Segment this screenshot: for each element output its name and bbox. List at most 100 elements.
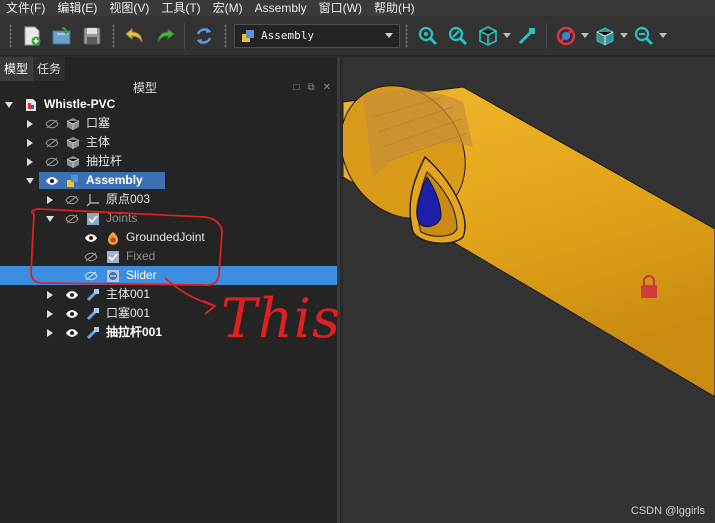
tab-model[interactable]: 模型 [0, 57, 33, 81]
menu-view[interactable]: 视图(V) [109, 0, 149, 16]
expanded-arrow-icon[interactable] [26, 177, 34, 185]
tree-item-joints[interactable]: Joints [0, 209, 337, 228]
minimize-panel-icon[interactable]: □ [293, 81, 299, 95]
visibility-icon[interactable] [84, 233, 98, 243]
zoom-fit-selection-icon [448, 26, 468, 45]
expanded-arrow-icon[interactable] [46, 215, 54, 223]
visibility-icon[interactable] [65, 309, 79, 319]
collapsed-arrow-icon[interactable] [46, 309, 54, 318]
tree-item-plug[interactable]: 口塞 [0, 114, 337, 133]
tree-item-assembly[interactable]: Assembly [0, 171, 337, 190]
bounding-box-button[interactable] [590, 21, 620, 51]
redo-icon [157, 27, 175, 42]
menu-tools[interactable]: 工具(T) [161, 0, 200, 16]
collapsed-arrow-icon[interactable] [26, 138, 34, 147]
draw-style-dropdown[interactable] [581, 21, 590, 51]
new-document-button[interactable] [17, 21, 47, 51]
zoom-fit-all-button[interactable] [413, 21, 443, 51]
open-button[interactable] [47, 21, 77, 51]
zoom-fit-selection-button[interactable] [443, 21, 473, 51]
view-menu-dropdown[interactable] [503, 21, 512, 51]
workbench-selector[interactable]: Assembly [234, 23, 400, 48]
collapsed-arrow-icon[interactable] [26, 119, 34, 128]
menu-bar: 文件(F) 编辑(E) 视图(V) 工具(T) 宏(M) Assembly 窗口… [0, 0, 715, 16]
undo-icon [125, 27, 143, 42]
undo-button[interactable] [120, 21, 150, 51]
toolbar-grip-3[interactable] [224, 23, 227, 48]
tab-tasks[interactable]: 任务 [32, 57, 66, 81]
isometric-view-button[interactable] [473, 21, 503, 51]
collapsed-arrow-icon[interactable] [46, 328, 54, 337]
redo-button[interactable] [150, 21, 180, 51]
tree-item-pull-rod[interactable]: 抽拉杆 [0, 152, 337, 171]
tree-item-origin003[interactable]: 原点003 [0, 190, 337, 209]
chevron-down-icon [503, 32, 511, 38]
close-panel-icon[interactable]: ✕ [323, 81, 331, 95]
chevron-down-icon [620, 32, 628, 38]
panel-title: 模型 [133, 81, 158, 95]
tree-item-label: 主体 [86, 135, 111, 149]
linked-part-icon [86, 288, 100, 302]
tree-item-fixed[interactable]: Fixed [0, 247, 337, 266]
open-icon [52, 26, 71, 44]
tree-item-grounded-joint[interactable]: GroundedJoint [0, 228, 337, 247]
visibility-hidden-icon[interactable] [65, 214, 79, 224]
linked-part-icon [86, 326, 100, 340]
refresh-button[interactable] [189, 21, 219, 51]
refresh-icon [196, 27, 212, 44]
zoom-dropdown[interactable] [659, 21, 668, 51]
chevron-down-icon [385, 32, 393, 38]
visibility-hidden-icon[interactable] [84, 271, 98, 281]
workbench-selector-label: Assembly [261, 29, 314, 42]
zoom-button[interactable] [629, 21, 659, 51]
toolbar-separator [184, 22, 185, 49]
document-icon [24, 98, 38, 112]
visibility-icon[interactable] [65, 290, 79, 300]
toolbar-grip[interactable] [9, 23, 12, 48]
part-body-icon [66, 136, 80, 150]
slider-joint-icon [106, 269, 120, 283]
tree-item-label: 原点003 [106, 192, 151, 206]
visibility-hidden-icon[interactable] [45, 119, 59, 129]
panel-header: 模型 □ ⧉ ✕ [0, 81, 337, 95]
float-panel-icon[interactable]: ⧉ [307, 81, 314, 95]
collapsed-arrow-icon[interactable] [26, 157, 34, 166]
tree-item-label: Joints [106, 211, 138, 225]
collapsed-arrow-icon[interactable] [46, 290, 54, 299]
fixed-joint-icon [106, 250, 120, 264]
visibility-hidden-icon[interactable] [45, 138, 59, 148]
tree-item-label: GroundedJoint [126, 230, 205, 244]
visibility-hidden-icon[interactable] [45, 157, 59, 167]
menu-help[interactable]: 帮助(H) [374, 0, 415, 16]
measure-button[interactable] [512, 21, 542, 51]
toolbar-grip-4[interactable] [405, 23, 408, 48]
visibility-icon[interactable] [45, 176, 59, 186]
tree-item-label: 主体001 [106, 287, 151, 301]
bounding-box-icon [596, 26, 614, 46]
3d-model-render [343, 85, 715, 398]
3d-viewport[interactable]: CSDN @lggirls [343, 57, 715, 523]
menu-window[interactable]: 窗口(W) [319, 0, 362, 16]
assembly-workbench-icon [242, 29, 254, 42]
menu-assembly[interactable]: Assembly [255, 0, 307, 16]
draw-style-button[interactable] [551, 21, 581, 51]
toolbar-separator-2 [546, 22, 547, 49]
menu-file[interactable]: 文件(F) [6, 0, 45, 16]
bounding-box-dropdown[interactable] [620, 21, 629, 51]
tree-item-slider[interactable]: Slider [0, 266, 337, 285]
tree-item-whistle-pvc[interactable]: Whistle-PVC [0, 95, 337, 114]
visibility-hidden-icon[interactable] [65, 195, 79, 205]
expanded-arrow-icon[interactable] [5, 101, 13, 109]
tree-item-main-body[interactable]: 主体 [0, 133, 337, 152]
joints-group-icon [86, 212, 100, 226]
collapsed-arrow-icon[interactable] [46, 195, 54, 204]
menu-macro[interactable]: 宏(M) [213, 0, 243, 16]
visibility-hidden-icon[interactable] [84, 252, 98, 262]
tree-item-label: 抽拉杆 [86, 154, 123, 168]
save-icon [83, 27, 101, 44]
visibility-icon[interactable] [65, 328, 79, 338]
save-button[interactable] [77, 21, 107, 51]
menu-edit[interactable]: 编辑(E) [57, 0, 97, 16]
tree-item-label: 抽拉杆001 [106, 325, 163, 339]
toolbar-grip-2[interactable] [112, 23, 115, 48]
